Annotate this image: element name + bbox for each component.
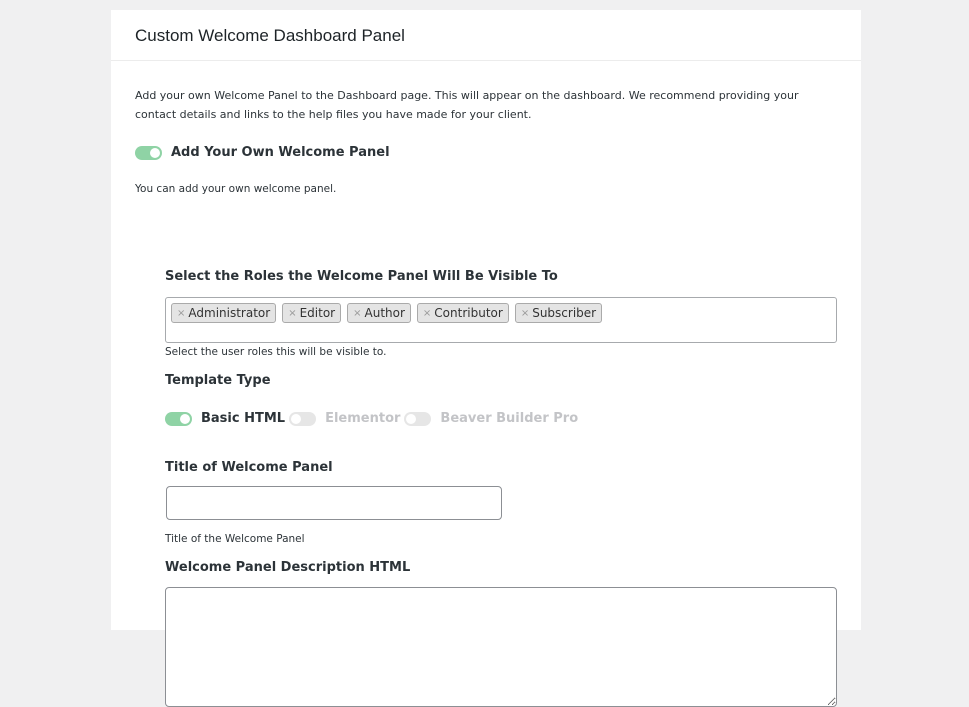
template-elementor-toggle[interactable] (289, 411, 317, 426)
role-chip-label: Contributor (434, 306, 503, 320)
role-chip: × Contributor (416, 303, 509, 323)
toggle-knob (180, 413, 190, 424)
remove-role-icon[interactable]: × (423, 308, 431, 319)
roles-label: Select the Roles the Welcome Panel Will … (165, 269, 558, 284)
role-chip-label: Subscriber (532, 306, 597, 320)
enable-welcome-panel-toggle[interactable] (135, 145, 162, 160)
settings-panel: Custom Welcome Dashboard Panel Add your … (111, 10, 861, 707)
enable-welcome-panel-label[interactable]: Add Your Own Welcome Panel (171, 145, 390, 160)
remove-role-icon[interactable]: × (353, 308, 361, 319)
toggle-knob (291, 413, 302, 424)
panel-title: Custom Welcome Dashboard Panel (135, 26, 405, 45)
template-basic-html-toggle[interactable] (165, 411, 192, 426)
title-field-hint: Title of the Welcome Panel (165, 533, 305, 545)
description-textarea[interactable] (165, 587, 837, 707)
template-type-label: Template Type (165, 373, 271, 388)
template-beaver-builder-toggle[interactable] (404, 411, 432, 426)
description-field-label: Welcome Panel Description HTML (165, 560, 411, 575)
role-chip-label: Editor (299, 306, 336, 320)
template-elementor-label[interactable]: Elementor (325, 411, 400, 426)
roles-multiselect[interactable]: × Administrator × Editor × Author × Contribu… (165, 297, 837, 343)
template-basic-html-label[interactable]: Basic HTML (201, 411, 285, 426)
role-chip: × Author (347, 303, 411, 323)
toggle-knob (406, 413, 417, 424)
role-chip: × Editor (282, 303, 342, 323)
role-chip-label: Administrator (188, 306, 271, 320)
panel-header: Custom Welcome Dashboard Panel (111, 10, 861, 61)
intro-text: Add your own Welcome Panel to the Dashbo… (135, 89, 799, 121)
role-chip-label: Author (364, 306, 405, 320)
enable-welcome-panel-hint: You can add your own welcome panel. (135, 183, 337, 195)
toggle-knob (150, 147, 160, 158)
template-beaver-builder-label[interactable]: Beaver Builder Pro (440, 411, 578, 426)
title-input[interactable] (166, 486, 502, 520)
remove-role-icon[interactable]: × (521, 308, 529, 319)
roles-hint: Select the user roles this will be visib… (165, 346, 387, 358)
role-chip: × Administrator (171, 303, 277, 323)
title-field-label: Title of Welcome Panel (165, 460, 333, 475)
remove-role-icon[interactable]: × (177, 308, 185, 319)
enable-welcome-panel-row: Add Your Own Welcome Panel (135, 145, 390, 160)
remove-role-icon[interactable]: × (288, 308, 296, 319)
template-type-options: Basic HTML Elementor Beaver Builder Pro (165, 411, 582, 426)
role-chip: × Subscriber (514, 303, 603, 323)
